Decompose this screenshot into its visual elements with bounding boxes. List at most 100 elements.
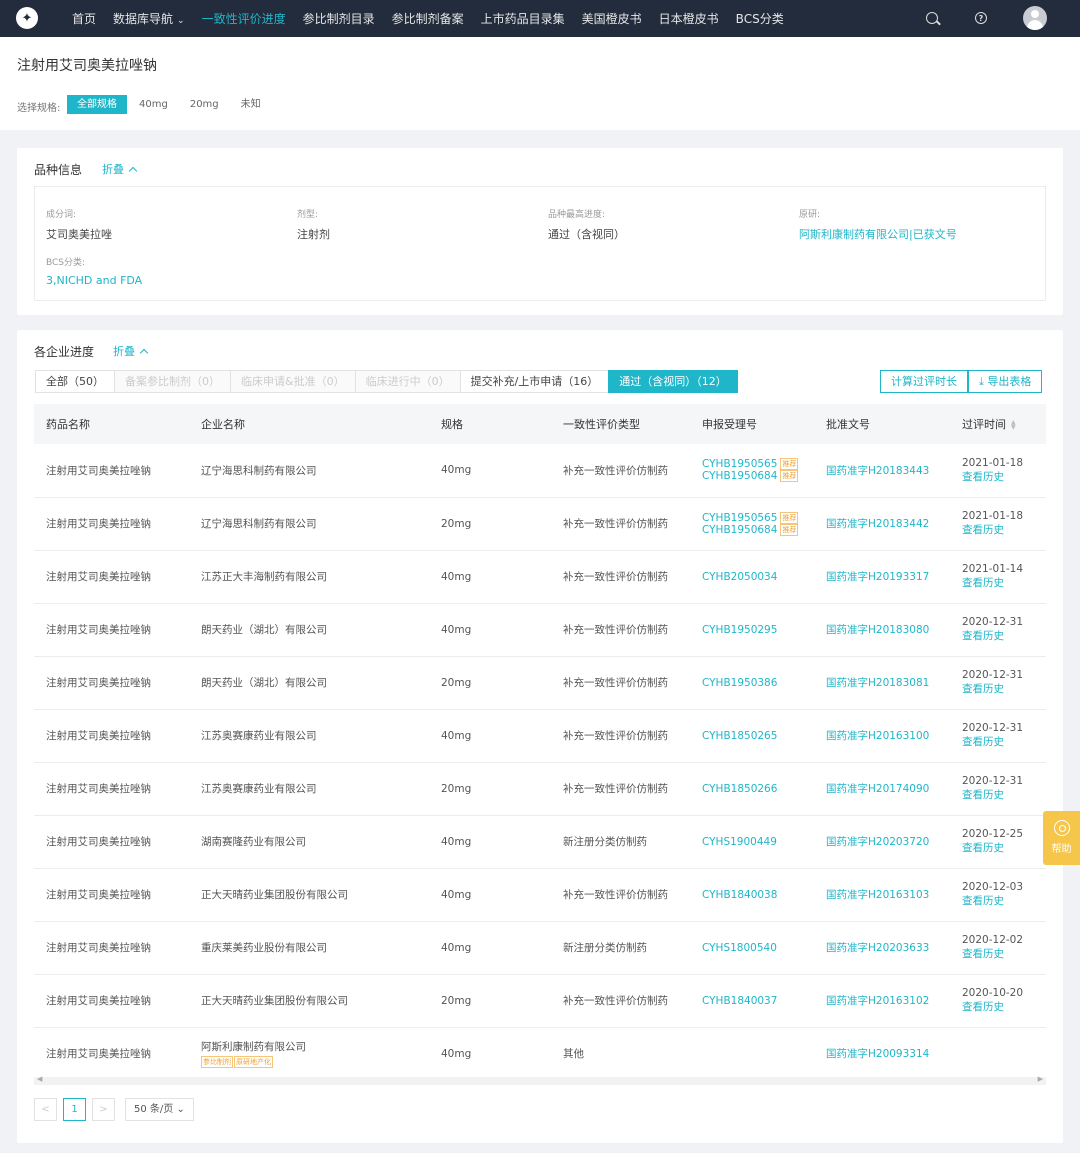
drug-name-cell: 注射用艾司奥美拉唑钠: [46, 730, 151, 742]
col-header-pass-date[interactable]: 过评时间 ▲ ▼: [950, 404, 1046, 444]
company-cell: 辽宁海思科制药有限公司: [189, 444, 429, 497]
spec-option-40mg[interactable]: 40mg: [129, 95, 178, 114]
approval-no-link[interactable]: 国药准字H20203720: [826, 836, 929, 848]
approval-no-cell: 国药准字H20203633: [814, 921, 950, 974]
approval-no-link[interactable]: 国药准字H20174090: [826, 783, 929, 795]
acceptance-no-link[interactable]: CYHS1800540: [702, 942, 777, 954]
tab-reference-filing[interactable]: 备案参比制剂（0）: [114, 370, 231, 393]
approval-no-link[interactable]: 国药准字H20183443: [826, 465, 929, 477]
nav-item-label: 数据库导航: [113, 12, 174, 26]
nav-item-us-orange-book[interactable]: 美国橙皮书: [582, 10, 642, 27]
tab-all[interactable]: 全部（50）: [35, 370, 115, 393]
logo-icon[interactable]: ✦: [16, 7, 38, 29]
sort-icon[interactable]: ▲ ▼: [1011, 420, 1016, 431]
acceptance-no-link[interactable]: CYHB1950565: [702, 458, 777, 470]
table-row: 注射用艾司奥美拉唑钠 湖南赛隆药业有限公司 40mg 新注册分类仿制药 CYHS1900…: [34, 815, 1046, 868]
company-cell: 朗天药业（湖北）有限公司: [189, 656, 429, 709]
field-originator: 原研: 阿斯利康制药有限公司|已获文号: [799, 207, 957, 242]
collapse-toggle[interactable]: 折叠: [113, 343, 149, 359]
page-size-select[interactable]: 50 条/页 ⌄: [125, 1098, 194, 1121]
view-history-link[interactable]: 查看历史: [962, 946, 1046, 961]
collapse-toggle[interactable]: 折叠: [102, 161, 138, 177]
nav-item-consistency-progress[interactable]: 一致性评价进度: [202, 10, 286, 27]
eval-type-cell: 新注册分类仿制药: [563, 836, 647, 848]
spec-option-unknown[interactable]: 未知: [231, 95, 271, 114]
acceptance-no-link[interactable]: CYHB1850266: [702, 783, 777, 795]
tab-clinical-application[interactable]: 临床申请&批准（0）: [230, 370, 356, 393]
field-value: 艾司奥美拉唑: [46, 228, 112, 241]
company-name: 江苏奥赛康药业有限公司: [201, 730, 317, 742]
view-history-link[interactable]: 查看历史: [962, 628, 1046, 643]
pass-date-cell: 2020-12-03 查看历史: [950, 868, 1046, 921]
scroll-left-icon[interactable]: ◀: [37, 1075, 42, 1083]
approval-no-link[interactable]: 国药准字H20193317: [826, 571, 929, 583]
nav-item-reference-filing[interactable]: 参比制剂备案: [392, 10, 464, 27]
search-icon[interactable]: [926, 12, 938, 24]
pass-date: 2020-12-02: [962, 934, 1024, 946]
approval-no-link[interactable]: 国药准字H20203633: [826, 942, 929, 954]
nav-item-database[interactable]: 数据库导航 ⌄: [113, 10, 185, 27]
company-cell: 江苏奥赛康药业有限公司: [189, 762, 429, 815]
prev-page-button[interactable]: <: [34, 1098, 57, 1121]
spec-option-20mg[interactable]: 20mg: [180, 95, 229, 114]
avatar[interactable]: [1023, 6, 1047, 30]
col-header-acceptance-no: 申报受理号: [702, 418, 757, 431]
view-history-link[interactable]: 查看历史: [962, 840, 1046, 855]
view-history-link[interactable]: 查看历史: [962, 999, 1046, 1014]
acceptance-no-link[interactable]: CYHB1950565: [702, 512, 777, 524]
approval-no-link[interactable]: 国药准字H20183080: [826, 624, 929, 636]
field-label: 品种最高进度:: [548, 210, 606, 220]
acceptance-no-cell: CYHB1950565 推荐 CYHB1950684 推荐: [690, 444, 814, 497]
approval-no-link[interactable]: 国药准字H20183442: [826, 518, 929, 530]
approval-no-link[interactable]: 国药准字H20163102: [826, 995, 929, 1007]
drug-name-cell: 注射用艾司奥美拉唑钠: [46, 942, 151, 954]
export-table-button[interactable]: ⤓ 导出表格: [968, 370, 1043, 393]
approval-no-link[interactable]: 国药准字H20093314: [826, 1048, 929, 1060]
view-history-link[interactable]: 查看历史: [962, 787, 1046, 802]
view-history-link[interactable]: 查看历史: [962, 681, 1046, 696]
scroll-right-icon[interactable]: ▶: [1038, 1075, 1043, 1083]
approval-no-link[interactable]: 国药准字H20163100: [826, 730, 929, 742]
help-float-button[interactable]: 帮助: [1043, 811, 1080, 865]
page-size-label: 50 条/页: [134, 1104, 174, 1115]
view-history-link[interactable]: 查看历史: [962, 575, 1046, 590]
nav-item-home[interactable]: 首页: [72, 10, 96, 27]
nav-item-marketed-catalog[interactable]: 上市药品目录集: [481, 10, 565, 27]
acceptance-no-link[interactable]: CYHB1850265: [702, 730, 777, 742]
horizontal-scrollbar[interactable]: ◀ ▶: [34, 1075, 1046, 1085]
nav-item-jp-orange-book[interactable]: 日本橙皮书: [659, 10, 719, 27]
acceptance-no-link[interactable]: CYHB1950684: [702, 470, 777, 482]
tab-submitted[interactable]: 提交补充/上市申请（16）: [459, 370, 610, 393]
acceptance-no-link[interactable]: CYHB1840038: [702, 889, 777, 901]
view-history-link[interactable]: 查看历史: [962, 893, 1046, 908]
help-icon[interactable]: ?: [975, 12, 987, 24]
acceptance-no-link[interactable]: CYHB1950684: [702, 524, 777, 536]
page-1-button[interactable]: 1: [63, 1098, 86, 1121]
spec-option-all[interactable]: 全部规格: [67, 95, 127, 114]
company-cell: 朗天药业（湖北）有限公司: [189, 603, 429, 656]
pass-date-cell: 2020-12-31 查看历史: [950, 656, 1046, 709]
view-history-link[interactable]: 查看历史: [962, 522, 1046, 537]
approval-no-link[interactable]: 国药准字H20163103: [826, 889, 929, 901]
eval-type-cell: 补充一致性评价仿制药: [563, 889, 668, 901]
bcs-link[interactable]: 3,NICHD and FDA: [46, 274, 142, 287]
acceptance-no-link[interactable]: CYHB1840037: [702, 995, 777, 1007]
originator-link[interactable]: 阿斯利康制药有限公司|已获文号: [799, 226, 957, 242]
view-history-link[interactable]: 查看历史: [962, 734, 1046, 749]
nav-item-reference-list[interactable]: 参比制剂目录: [303, 10, 375, 27]
acceptance-no-link[interactable]: CYHB1950295: [702, 624, 777, 636]
acceptance-no-cell: CYHB1950565 推荐 CYHB1950684 推荐: [690, 497, 814, 550]
calc-duration-button[interactable]: 计算过评时长: [880, 370, 968, 393]
tab-clinical-ongoing[interactable]: 临床进行中（0）: [354, 370, 461, 393]
nav-item-bcs[interactable]: BCS分类: [736, 10, 784, 27]
table-row: 注射用艾司奥美拉唑钠 江苏奥赛康药业有限公司 20mg 补充一致性评价仿制药 CYHB1…: [34, 762, 1046, 815]
acceptance-no-link[interactable]: CYHB2050034: [702, 571, 777, 583]
tab-passed[interactable]: 通过（含视同）（12）: [608, 370, 738, 393]
recommend-tag: 推荐: [780, 458, 799, 471]
approval-no-link[interactable]: 国药准字H20183081: [826, 677, 929, 689]
acceptance-no-link[interactable]: CYHB1950386: [702, 677, 777, 689]
approval-no-cell: 国药准字H20163102: [814, 974, 950, 1027]
acceptance-no-link[interactable]: CYHS1900449: [702, 836, 777, 848]
next-page-button[interactable]: >: [92, 1098, 115, 1121]
view-history-link[interactable]: 查看历史: [962, 469, 1046, 484]
